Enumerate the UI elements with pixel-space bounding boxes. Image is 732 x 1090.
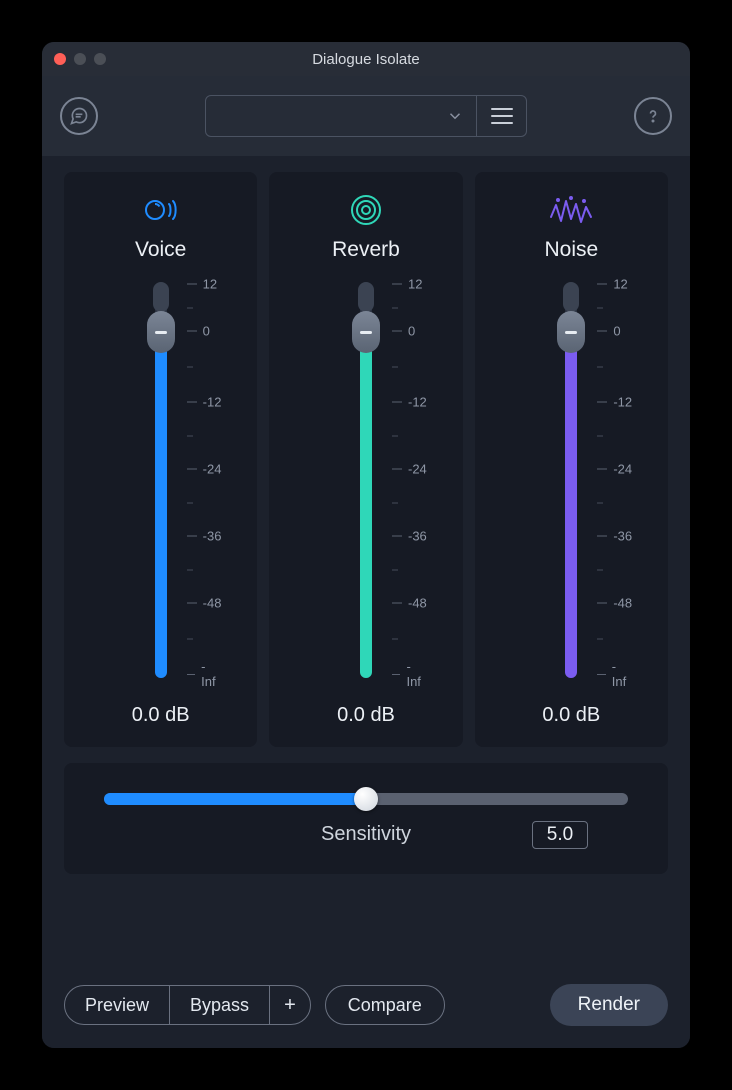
sensitivity-value[interactable]: 5.0: [532, 821, 588, 849]
sensitivity-panel: Sensitivity 5.0: [64, 763, 668, 874]
voice-label: Voice: [135, 238, 186, 262]
sensitivity-slider[interactable]: [104, 793, 628, 805]
sensitivity-thumb[interactable]: [354, 787, 378, 811]
preset-dropdown[interactable]: [206, 96, 476, 136]
main-area: Voice 12 0 -12 -24: [42, 156, 690, 966]
help-icon: [643, 106, 663, 126]
reverb-icon: [348, 190, 384, 230]
window-controls: [54, 53, 106, 65]
hamburger-icon: [491, 108, 513, 124]
zoom-window-button[interactable]: [94, 53, 106, 65]
reverb-slider[interactable]: 12 0 -12 -24 -36 -48 -Inf: [269, 284, 462, 678]
titlebar: Dialogue Isolate: [42, 42, 690, 76]
minimize-window-button[interactable]: [74, 53, 86, 65]
preset-bar: [205, 95, 527, 137]
noise-value[interactable]: 0.0 dB: [542, 704, 600, 727]
noise-panel: Noise 12 0 -12 -24: [475, 172, 668, 747]
window-title: Dialogue Isolate: [42, 51, 690, 68]
toolbar: [42, 76, 690, 156]
noise-icon: [549, 190, 593, 230]
chevron-down-icon: [446, 107, 464, 125]
chat-bubble-icon[interactable]: [60, 97, 98, 135]
dialogue-isolate-window: Dialogue Isolate: [42, 42, 690, 1048]
help-button[interactable]: [634, 97, 672, 135]
voice-icon: [141, 190, 181, 230]
reverb-label: Reverb: [332, 238, 400, 262]
preset-menu-button[interactable]: [476, 96, 526, 136]
reverb-value[interactable]: 0.0 dB: [337, 704, 395, 727]
render-button[interactable]: Render: [550, 984, 668, 1026]
voice-slider-thumb[interactable]: [147, 311, 175, 353]
reverb-panel: Reverb 12 0 -12 -24: [269, 172, 462, 747]
preview-button[interactable]: Preview: [65, 986, 170, 1024]
close-window-button[interactable]: [54, 53, 66, 65]
sensitivity-label: Sensitivity: [321, 823, 411, 846]
preview-bypass-group: Preview Bypass +: [64, 985, 311, 1025]
noise-slider[interactable]: 12 0 -12 -24 -36 -48 -Inf: [475, 284, 668, 678]
voice-slider[interactable]: 12 0 -12 -24 -36 -48 -Inf: [64, 284, 257, 678]
reverb-slider-thumb[interactable]: [352, 311, 380, 353]
compare-button[interactable]: Compare: [325, 985, 445, 1025]
voice-value[interactable]: 0.0 dB: [132, 704, 190, 727]
voice-panel: Voice 12 0 -12 -24: [64, 172, 257, 747]
bypass-plus-button[interactable]: +: [270, 986, 310, 1024]
sensitivity-fill: [104, 793, 366, 805]
channel-panels: Voice 12 0 -12 -24: [64, 172, 668, 747]
noise-slider-thumb[interactable]: [557, 311, 585, 353]
footer: Preview Bypass + Compare Render: [42, 966, 690, 1048]
noise-label: Noise: [544, 238, 598, 262]
bypass-button[interactable]: Bypass: [170, 986, 270, 1024]
